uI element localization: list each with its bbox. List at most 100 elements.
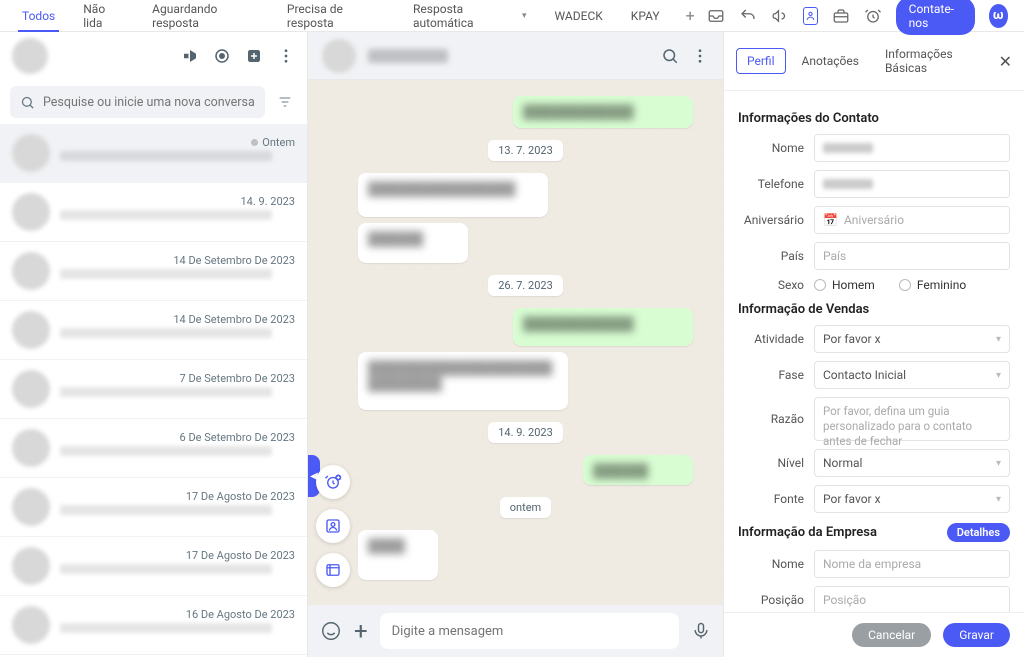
emoji-icon[interactable] xyxy=(320,620,342,642)
current-user-avatar[interactable] xyxy=(12,38,48,74)
message-out[interactable]: ████████████ xyxy=(513,96,693,128)
radio-feminino[interactable]: Feminino xyxy=(899,278,966,292)
new-chat-icon[interactable] xyxy=(245,47,263,65)
chat-item-time: 14 De Setembro De 2023 xyxy=(173,313,295,326)
field-pais[interactable]: País xyxy=(814,242,1010,270)
field-empresa-nome[interactable]: Nome da empresa xyxy=(814,550,1010,578)
conversation-more-icon[interactable] xyxy=(691,47,709,65)
label-fonte: Fonte xyxy=(738,492,804,506)
chat-list-item[interactable]: 17 De Agosto De 2023 xyxy=(0,478,307,537)
chat-list-header xyxy=(0,32,307,80)
date-separator: 13. 7. 2023 xyxy=(488,140,563,161)
message-out[interactable]: ████████████ xyxy=(513,308,693,346)
toolbox-icon[interactable] xyxy=(832,7,850,25)
status-dot-icon xyxy=(251,139,258,146)
search-input[interactable] xyxy=(35,95,255,110)
chat-list-pane: Ontem 14. 9. 2023 14 De Setembro De 2023 14… xyxy=(0,32,308,657)
broadcast-icon[interactable] xyxy=(181,47,199,65)
chat-list-item[interactable]: 16 De Agosto De 2023 xyxy=(0,596,307,655)
chat-item-preview xyxy=(60,269,272,279)
chat-items-list[interactable]: Ontem 14. 9. 2023 14 De Setembro De 2023 14… xyxy=(0,124,307,657)
radio-homem[interactable]: Homem xyxy=(814,278,875,292)
attach-icon[interactable]: + xyxy=(354,619,368,643)
tab-wadeck[interactable]: WADECK xyxy=(541,0,617,32)
conversation-search-icon[interactable] xyxy=(661,47,679,65)
chat-item-avatar xyxy=(12,311,50,349)
contact-avatar[interactable] xyxy=(322,39,356,73)
label-aniversario: Aniversário xyxy=(738,213,804,227)
tab-nao-lida[interactable]: Não lida xyxy=(69,0,138,32)
chat-list-item[interactable]: 14. 9. 2023 xyxy=(0,183,307,242)
chat-item-avatar xyxy=(12,606,50,644)
message-in[interactable]: ████████████████ xyxy=(358,173,548,217)
chevron-down-icon: ▾ xyxy=(996,458,1001,469)
compose-input[interactable] xyxy=(392,624,667,639)
compose-input-wrapper[interactable] xyxy=(380,613,679,649)
more-menu-icon[interactable] xyxy=(277,47,295,65)
microphone-icon[interactable] xyxy=(691,621,711,641)
sidebar-tab-perfil[interactable]: Perfil xyxy=(736,48,786,74)
add-tab-button[interactable]: + xyxy=(674,6,707,25)
inbox-arrow-icon[interactable] xyxy=(707,7,725,25)
sidebar-tab-anotacoes[interactable]: Anotações xyxy=(792,49,869,73)
schedule-button[interactable] xyxy=(316,465,350,499)
contact-us-button[interactable]: Contate-nos xyxy=(896,0,975,35)
label-razao: Razão xyxy=(738,412,804,426)
close-sidebar-icon[interactable]: ✕ xyxy=(999,52,1012,71)
tab-aguardando[interactable]: Aguardando resposta xyxy=(138,0,273,32)
brand-logo-button[interactable]: ω xyxy=(989,4,1009,28)
megaphone-icon[interactable] xyxy=(771,7,789,25)
save-button[interactable]: Gravar xyxy=(943,623,1010,647)
field-fase[interactable]: Contacto Inicial▾ xyxy=(814,361,1010,389)
filter-icon[interactable] xyxy=(273,90,297,114)
chat-list-item[interactable]: 14 De Setembro De 2023 xyxy=(0,242,307,301)
contact-card-button[interactable] xyxy=(316,509,350,543)
tab-resposta-auto[interactable]: Resposta automática▾ xyxy=(399,0,541,32)
date-separator: 14. 9. 2023 xyxy=(488,422,563,443)
message-in[interactable]: ██████ xyxy=(358,223,468,263)
chat-item-avatar xyxy=(12,370,50,408)
chat-list-item[interactable]: 6 De Setembro De 2023 xyxy=(0,419,307,478)
field-posicao[interactable]: Posição xyxy=(814,586,1010,612)
message-out[interactable]: ██████ xyxy=(583,455,693,485)
details-pill-button[interactable]: Detalhes xyxy=(947,523,1010,542)
contact-box-icon[interactable] xyxy=(803,7,818,25)
chat-list-item[interactable]: Ontem xyxy=(0,124,307,183)
reply-icon[interactable] xyxy=(739,7,757,25)
sidebar-tab-info-basicas[interactable]: Informações Básicas xyxy=(875,42,993,80)
floating-tool-buttons xyxy=(316,465,350,587)
chevron-down-icon: ▾ xyxy=(996,494,1001,505)
chat-item-preview xyxy=(60,505,272,515)
tab-kpay[interactable]: KPAY xyxy=(617,0,674,32)
chat-list-item[interactable]: 7 De Setembro De 2023 xyxy=(0,360,307,419)
field-telefone[interactable] xyxy=(814,170,1010,198)
status-ring-icon[interactable] xyxy=(213,47,231,65)
tab-precisa[interactable]: Precisa de resposta xyxy=(273,0,399,32)
field-nivel[interactable]: Normal▾ xyxy=(814,449,1010,477)
tab-todos[interactable]: Todos xyxy=(8,0,69,32)
chat-item-preview xyxy=(60,328,272,338)
field-nome[interactable] xyxy=(814,134,1010,162)
message-in[interactable]: ████████████████████████████ xyxy=(358,352,568,410)
calendar-icon: 📅 xyxy=(823,213,838,227)
chevron-down-icon: ▾ xyxy=(522,11,527,21)
field-fonte[interactable]: Por favor x▾ xyxy=(814,485,1010,513)
field-atividade[interactable]: Por favor x▾ xyxy=(814,325,1010,353)
field-aniversario[interactable]: 📅Aniversário xyxy=(814,206,1010,234)
message-in[interactable]: ████ xyxy=(358,530,438,580)
alarm-clock-icon[interactable] xyxy=(864,7,882,25)
messages-scroll[interactable]: ████████████ 13. 7. 2023 ███████████████… xyxy=(308,80,723,605)
chat-item-time: 17 De Agosto De 2023 xyxy=(186,490,295,503)
chat-item-preview xyxy=(60,623,272,633)
top-actions: Contate-nos ω xyxy=(707,0,1016,35)
chat-list-item[interactable]: 17 De Agosto De 2023 xyxy=(0,537,307,596)
field-razao[interactable]: Por favor, defina um guia personalizado … xyxy=(814,397,1010,441)
chat-list-item[interactable]: 14 De Setembro De 2023 xyxy=(0,301,307,360)
chat-item-preview xyxy=(60,564,272,574)
template-message-button[interactable] xyxy=(316,553,350,587)
sidebar-body[interactable]: Informações do Contato Nome Telefone Ani… xyxy=(724,91,1024,612)
search-input-wrapper[interactable] xyxy=(10,86,265,118)
chat-item-time: 14. 9. 2023 xyxy=(240,195,295,208)
label-nome: Nome xyxy=(738,141,804,155)
cancel-button[interactable]: Cancelar xyxy=(852,623,931,647)
